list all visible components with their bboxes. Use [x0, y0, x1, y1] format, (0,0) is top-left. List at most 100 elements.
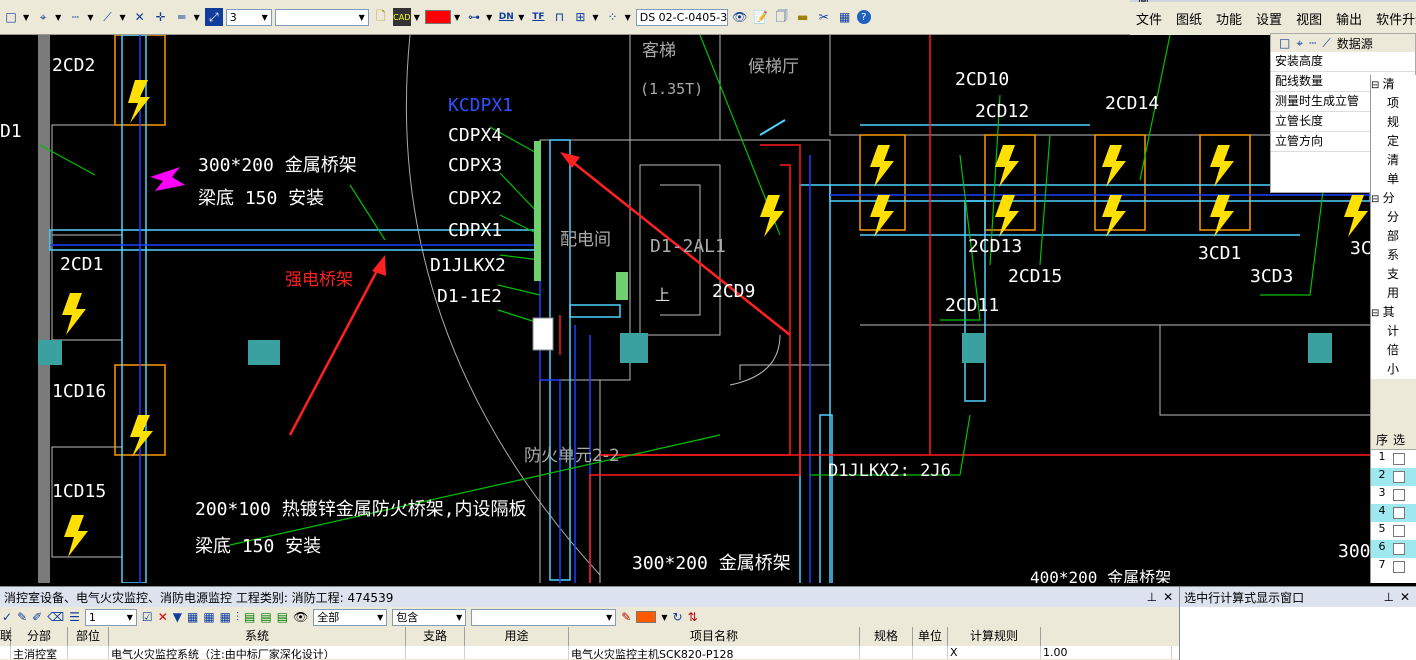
color-swatch[interactable]: [424, 10, 451, 24]
col-header[interactable]: 单位: [913, 627, 948, 646]
menu-file[interactable]: 文件: [1136, 9, 1162, 28]
col-header[interactable]: 系统: [109, 627, 406, 646]
list-row[interactable]: 1: [1371, 450, 1416, 468]
export-icon[interactable]: ▤: [244, 610, 255, 624]
color-swatch[interactable]: [636, 611, 657, 623]
menu-view[interactable]: 视图: [1296, 9, 1322, 28]
pipe-icon[interactable]: ⊶: [465, 8, 483, 26]
line-weight-select[interactable]: 3 ▼: [225, 8, 272, 26]
delete-icon[interactable]: ✕: [158, 610, 168, 624]
tray-icon[interactable]: ⊓: [550, 8, 568, 26]
dropdown-arrow-icon[interactable]: ▼: [87, 13, 93, 22]
crosshair-icon[interactable]: ⌖: [34, 8, 52, 26]
refresh-icon[interactable]: ↻: [673, 610, 683, 624]
list-row[interactable]: 7: [1371, 558, 1416, 576]
calc-icon[interactable]: ▦: [187, 610, 198, 624]
col-header[interactable]: 项目名称: [569, 627, 860, 646]
line-style-icon[interactable]: ═: [173, 8, 191, 26]
tf-button[interactable]: TF: [529, 8, 547, 26]
clear-filter-icon[interactable]: ✎: [621, 610, 631, 624]
snap-off-icon[interactable]: ✕: [131, 8, 149, 26]
export3-icon[interactable]: ▤: [277, 610, 288, 624]
tree-item[interactable]: 分: [1371, 208, 1416, 227]
tree-item[interactable]: 小: [1371, 360, 1416, 379]
scope-select[interactable]: 全部 ▼: [313, 608, 388, 626]
select-icon[interactable]: □: [1279, 36, 1290, 50]
list-row[interactable]: 2: [1371, 468, 1416, 486]
tools-icon[interactable]: ✂: [815, 8, 833, 26]
cad-color-icon[interactable]: CAD: [392, 8, 411, 26]
tree-item[interactable]: ⊟ 清: [1371, 75, 1416, 94]
calc3-icon[interactable]: ▦: [220, 610, 231, 624]
ruler-icon[interactable]: ⫶: [236, 610, 239, 625]
ruler-icon[interactable]: ▬: [794, 8, 812, 26]
formula-content[interactable]: [1180, 607, 1416, 660]
dropdown-arrow-icon[interactable]: ▼: [119, 13, 125, 22]
scale-icon[interactable]: ⤢: [204, 8, 223, 26]
pin-icon[interactable]: ⊥: [1147, 590, 1157, 604]
tree-item[interactable]: ⊟ 其: [1371, 303, 1416, 322]
list-row[interactable]: 6: [1371, 540, 1416, 558]
dn-button[interactable]: DN: [497, 8, 515, 26]
layer-manager-icon[interactable]: 🗋: [372, 8, 390, 26]
tree-item[interactable]: 支: [1371, 265, 1416, 284]
menu-drawing[interactable]: 图纸: [1176, 9, 1202, 28]
tree-item[interactable]: 倍: [1371, 341, 1416, 360]
crosshair-icon[interactable]: ⌖: [1296, 36, 1303, 51]
col-header[interactable]: 联: [0, 627, 12, 646]
list-row[interactable]: 3: [1371, 486, 1416, 504]
polyline-icon[interactable]: ⟋: [1322, 36, 1330, 51]
tree-item[interactable]: 计: [1371, 322, 1416, 341]
col-header[interactable]: 支路: [406, 627, 465, 646]
col-header[interactable]: 部位: [68, 627, 109, 646]
menu-settings[interactable]: 设置: [1256, 9, 1282, 28]
edit-icon[interactable]: ✎: [17, 610, 27, 624]
dropdown-arrow-icon[interactable]: ▼: [486, 13, 492, 22]
page-input[interactable]: 1 ▼: [84, 608, 137, 626]
menu-upgrade[interactable]: 软件升级: [1376, 9, 1416, 28]
dropdown-arrow-icon[interactable]: ▼: [454, 13, 460, 22]
tree-item[interactable]: 定: [1371, 132, 1416, 151]
close-icon[interactable]: ✕: [1400, 590, 1410, 604]
menu-function[interactable]: 功能: [1216, 9, 1242, 28]
page-icon[interactable]: 🗍: [773, 8, 791, 26]
drawing-select[interactable]: DS 02-C-0405-3: [635, 8, 728, 26]
tree-item[interactable]: 清: [1371, 151, 1416, 170]
col-header[interactable]: 分部: [11, 627, 68, 646]
tree-item[interactable]: 项: [1371, 94, 1416, 113]
export2-icon[interactable]: ▤: [260, 610, 271, 624]
table-icon[interactable]: ▦: [836, 8, 854, 26]
col-header[interactable]: 用途: [465, 627, 569, 646]
select-all-icon[interactable]: ☑: [142, 610, 153, 624]
tree-item[interactable]: 部: [1371, 227, 1416, 246]
dotted-line-icon[interactable]: ┄: [1309, 36, 1316, 50]
check-icon[interactable]: ✓: [2, 610, 12, 624]
list-row[interactable]: 4: [1371, 504, 1416, 522]
col-header[interactable]: 规格: [860, 627, 913, 646]
select-icon[interactable]: □: [2, 8, 20, 26]
list-row[interactable]: 5: [1371, 522, 1416, 540]
pin-icon[interactable]: ⊥: [1383, 590, 1393, 604]
search-input[interactable]: ▼: [471, 608, 617, 626]
cad-drawing-canvas[interactable]: 强电桥架 300*200 金属桥架 梁底 150 安装 200*100 热镀锌金…: [0, 35, 1370, 583]
fitting-icon[interactable]: ⊞: [571, 8, 589, 26]
binoculars-icon[interactable]: 👁: [293, 610, 308, 624]
tree-item[interactable]: 单: [1371, 170, 1416, 189]
table-row[interactable]: 主消控室 电气火灾监控系统（注:由中标厂家深化设计） 电气火灾监控主机SCK82…: [0, 646, 1180, 659]
dropdown-arrow-icon[interactable]: ▼: [414, 13, 420, 22]
col-header[interactable]: 计算规则: [948, 627, 1041, 646]
dropdown-arrow-icon[interactable]: ▼: [55, 13, 61, 22]
dotted-line-icon[interactable]: ┄: [66, 8, 84, 26]
tree-item[interactable]: 用: [1371, 284, 1416, 303]
dropdown-arrow-icon[interactable]: ▼: [625, 13, 631, 22]
help-icon[interactable]: ?: [856, 10, 871, 24]
layer-select[interactable]: ▼: [274, 8, 369, 26]
panel-row[interactable]: 安装高度: [1271, 52, 1415, 72]
tree-item[interactable]: 系: [1371, 246, 1416, 265]
close-icon[interactable]: ✕: [1163, 590, 1173, 604]
pen-icon[interactable]: ✐: [32, 610, 42, 624]
calc2-icon[interactable]: ▦: [203, 610, 214, 624]
array-icon[interactable]: ⁘: [604, 8, 622, 26]
menu-output[interactable]: 输出: [1336, 9, 1362, 28]
dropdown-arrow-icon[interactable]: ▼: [518, 13, 524, 22]
